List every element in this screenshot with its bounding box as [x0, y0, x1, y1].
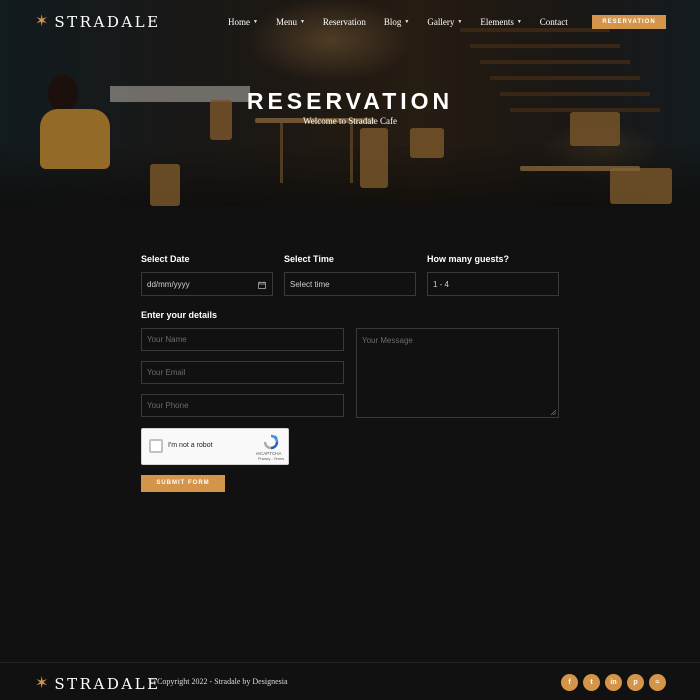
chevron-down-icon: ▼	[404, 19, 410, 25]
recaptcha-checkbox[interactable]	[149, 439, 163, 453]
nav-label: Elements	[480, 17, 514, 27]
social-links: f t in p ≈	[561, 674, 666, 691]
name-field[interactable]: Your Name	[141, 328, 344, 351]
facebook-icon[interactable]: f	[561, 674, 578, 691]
nav-item-elements[interactable]: Elements ▼	[480, 17, 521, 27]
reservation-button[interactable]: RESERVATION	[592, 15, 666, 29]
nav-label: Home	[228, 17, 250, 27]
main-menu: Home ▼ Menu ▼ Reservation Blog ▼ Gallery ▼ E…	[228, 17, 586, 27]
date-label: Select Date	[141, 254, 190, 264]
star-icon: ✶	[35, 675, 49, 692]
chevron-down-icon: ▼	[299, 19, 305, 25]
nav-item-home[interactable]: Home ▼	[228, 17, 258, 27]
rss-icon[interactable]: ≈	[649, 674, 666, 691]
recaptcha-brand: reCAPTCHA	[256, 451, 282, 456]
name-placeholder: Your Name	[147, 335, 187, 344]
submit-button[interactable]: SUBMIT FORM	[141, 475, 225, 492]
brand-name: STRADALE	[54, 13, 161, 31]
recaptcha-icon	[263, 434, 279, 450]
date-value: dd/mm/yyyy	[147, 279, 190, 289]
date-input[interactable]: dd/mm/yyyy	[141, 272, 273, 296]
nav-label: Contact	[539, 17, 568, 27]
recaptcha-widget: I'm not a robot reCAPTCHA Privacy - Term…	[141, 428, 289, 465]
hero-title: RESERVATION	[246, 88, 454, 114]
email-field[interactable]: Your Email	[141, 361, 344, 384]
time-label: Select Time	[284, 254, 334, 264]
phone-field[interactable]: Your Phone	[141, 394, 344, 417]
footer: ✶ STRADALE © Copyright 2022 - Stradale b…	[0, 662, 700, 700]
time-value: Select time	[290, 279, 330, 289]
resize-handle-icon[interactable]	[550, 409, 556, 415]
twitter-icon[interactable]: t	[583, 674, 600, 691]
nav-item-contact[interactable]: Contact	[540, 17, 568, 27]
guests-value: 1 - 4	[433, 279, 450, 289]
star-icon: ✶	[35, 13, 49, 30]
nav-item-blog[interactable]: Blog ▼	[384, 17, 409, 27]
guests-select[interactable]: 1 - 4	[427, 272, 559, 296]
nav-item-menu[interactable]: Menu ▼	[276, 17, 305, 27]
nav-label: Menu	[275, 17, 297, 27]
guests-label: How many guests?	[427, 254, 510, 264]
nav-label: Blog	[383, 17, 402, 27]
hero-subtitle: Welcome to Stradale Cafe	[303, 116, 397, 126]
message-textarea[interactable]: Your Message	[356, 328, 559, 418]
top-navigation: ✶ STRADALE Home ▼ Menu ▼ Reservation Blog ▼…	[0, 0, 700, 44]
nav-item-reservation[interactable]: Reservation	[323, 17, 366, 27]
recaptcha-links[interactable]: Privacy - Terms	[258, 457, 284, 461]
email-placeholder: Your Email	[147, 368, 186, 377]
phone-placeholder: Your Phone	[147, 401, 189, 410]
chevron-down-icon: ▼	[516, 19, 522, 25]
chevron-down-icon: ▼	[253, 19, 258, 25]
chevron-down-icon: ▼	[457, 19, 463, 25]
message-placeholder: Your Message	[362, 336, 413, 345]
footer-logo[interactable]: ✶ STRADALE	[35, 675, 161, 693]
time-select[interactable]: Select time	[284, 272, 416, 296]
recaptcha-label: I'm not a robot	[168, 442, 213, 449]
brand-logo[interactable]: ✶ STRADALE	[35, 13, 161, 31]
nav-item-gallery[interactable]: Gallery ▼	[427, 17, 462, 27]
nav-label: Reservation	[322, 17, 366, 27]
copyright-text: © Copyright 2022 - Stradale by Designesi…	[149, 677, 288, 686]
pinterest-icon[interactable]: p	[627, 674, 644, 691]
details-label: Enter your details	[141, 310, 218, 320]
linkedin-icon[interactable]: in	[605, 674, 622, 691]
calendar-icon[interactable]	[258, 281, 266, 289]
nav-label: Gallery	[427, 17, 455, 27]
footer-brand-name: STRADALE	[54, 675, 161, 693]
